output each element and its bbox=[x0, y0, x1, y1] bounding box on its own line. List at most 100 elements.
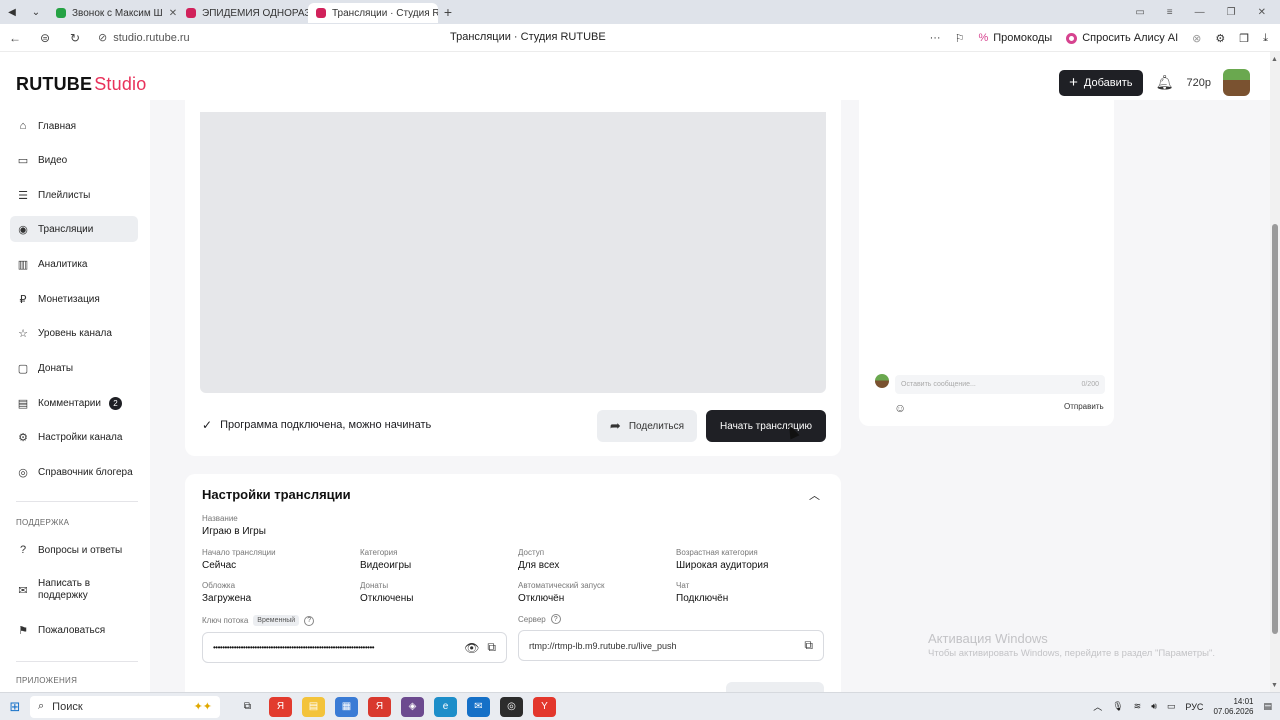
close-window-icon[interactable]: ✕ bbox=[1258, 7, 1266, 18]
more-icon[interactable]: ··· bbox=[930, 32, 941, 44]
language-indicator[interactable]: РУС bbox=[1185, 702, 1203, 712]
sidebar-item-blogger-guide[interactable]: ◎ Справочник блогера bbox=[10, 459, 138, 485]
check-icon: ✓ bbox=[202, 418, 213, 432]
scrollbar-thumb[interactable] bbox=[1272, 224, 1278, 634]
connection-status: ✓ Программа подключена, можно начинать bbox=[202, 418, 432, 432]
sidebar-item-channel-settings[interactable]: ⚙ Настройки канала bbox=[10, 424, 138, 450]
extensions-icon[interactable]: ⚙ bbox=[1215, 32, 1225, 45]
sidebar-item-comments[interactable]: ▤ Комментарии 2 bbox=[10, 390, 138, 416]
reload-icon[interactable]: ↻ bbox=[60, 31, 90, 45]
taskbar-search[interactable]: ⌕ Поиск ✦✦ bbox=[30, 695, 220, 718]
sidebar-item-home[interactable]: ⌂ Главная bbox=[10, 113, 138, 139]
comment-icon: ▤ bbox=[17, 397, 29, 410]
speaker-icon[interactable]: ◀ bbox=[0, 0, 24, 24]
stream-key-field[interactable]: ••••••••••••••••••••••••••••••••••••••••… bbox=[202, 632, 507, 663]
search-highlight-icon: ✦✦ bbox=[193, 701, 212, 713]
sidebar-item-broadcasts[interactable]: ◉ Трансляции bbox=[10, 216, 138, 242]
ruble-icon: ₽ bbox=[19, 293, 27, 306]
promo-button[interactable]: % Промокоды bbox=[978, 32, 1052, 44]
book-icon: ◎ bbox=[18, 466, 28, 479]
minimize-icon[interactable]: — bbox=[1195, 7, 1205, 18]
windows-start-icon[interactable]: ⊞ bbox=[0, 693, 30, 720]
site-info-icon[interactable]: ⊘ bbox=[98, 31, 107, 44]
microphone-icon[interactable]: 🎙︎ bbox=[1112, 701, 1123, 712]
settings-title: Настройки трансляции bbox=[202, 487, 351, 502]
add-button[interactable]: + Добавить bbox=[1059, 69, 1143, 96]
collections-icon[interactable]: ❐ bbox=[1239, 32, 1249, 45]
settings-action-button[interactable] bbox=[726, 682, 824, 692]
eye-icon[interactable]: 👁︎ bbox=[464, 641, 479, 655]
sidebar-item-donations[interactable]: ▢ Донаты bbox=[10, 355, 138, 381]
sidebar-item-playlists[interactable]: ☰ Плейлисты bbox=[10, 182, 138, 208]
yandex-browser-icon[interactable]: Y bbox=[533, 696, 556, 717]
sidebar-item-faq[interactable]: ? Вопросы и ответы bbox=[10, 537, 138, 563]
new-tab-icon[interactable]: + bbox=[438, 2, 458, 22]
task-view-icon[interactable]: ⧉ bbox=[236, 697, 259, 717]
sidebar-item-channel-level[interactable]: ☆ Уровень канала bbox=[10, 320, 138, 346]
close-icon[interactable]: ✕ bbox=[169, 8, 177, 19]
extension-icon[interactable]: ⊗ bbox=[1192, 32, 1201, 45]
yandex-icon[interactable]: Я bbox=[269, 696, 292, 717]
balance[interactable]: 720р bbox=[1187, 77, 1211, 89]
stream-key-label: Ключ потока Временный ? bbox=[202, 615, 315, 626]
file-explorer-icon[interactable]: ▤ bbox=[302, 696, 325, 717]
home-icon: ⌂ bbox=[19, 120, 27, 132]
browser-tab[interactable]: ЭПИДЕМИЯ ОДНОРАЗО ✕ bbox=[178, 3, 308, 23]
send-button[interactable]: Отправить bbox=[1064, 402, 1104, 411]
browser-tab[interactable]: Звонок с Максим Ш ✕ bbox=[48, 3, 178, 23]
notifications-icon[interactable]: ▤ bbox=[1263, 701, 1272, 712]
wifi-icon[interactable]: ≋ bbox=[1134, 701, 1142, 712]
server-label: Сервер ? bbox=[518, 614, 561, 624]
sidebar-item-report[interactable]: ⚑ Пожаловаться bbox=[10, 617, 138, 643]
help-icon[interactable]: ? bbox=[304, 615, 315, 626]
field-donations: Донаты Отключены bbox=[360, 581, 414, 604]
bookmark-icon[interactable]: ▭ bbox=[1135, 7, 1144, 18]
bookmark-add-icon[interactable]: ⚐ bbox=[955, 32, 965, 45]
yandex-music-icon[interactable]: Я bbox=[368, 696, 391, 717]
rutube-studio-logo[interactable]: RUTUBE Studio bbox=[16, 74, 146, 95]
sidebar-item-contact-support[interactable]: ✉ Написать в поддержку bbox=[10, 572, 138, 608]
bell-icon[interactable]: 🔔︎ bbox=[1155, 74, 1175, 91]
shield-icon[interactable]: ⊜ bbox=[30, 31, 60, 45]
video-player[interactable] bbox=[200, 112, 826, 393]
field-cover: Обложка Загружена bbox=[202, 581, 252, 604]
store-icon[interactable]: ▦ bbox=[335, 696, 358, 717]
sidebar-item-monetization[interactable]: ₽ Монетизация bbox=[10, 286, 138, 312]
clock[interactable]: 14:01 07.06.2026 bbox=[1213, 697, 1253, 715]
copy-icon[interactable]: ⧉ bbox=[487, 640, 496, 655]
percent-icon: % bbox=[978, 32, 989, 44]
battery-icon[interactable]: ▭ bbox=[1167, 701, 1176, 712]
url-field[interactable]: ⊘ studio.rutube.ru bbox=[98, 31, 190, 45]
copy-icon[interactable]: ⧉ bbox=[804, 638, 813, 653]
share-button[interactable]: ➦ Поделиться bbox=[597, 410, 697, 442]
maximize-icon[interactable]: ❐ bbox=[1227, 7, 1236, 18]
browser-tabstrip: ◀ ⌄ Звонок с Максим Ш ✕ ЭПИДЕМИЯ ОДНОРАЗ… bbox=[0, 0, 1280, 24]
comments-count-badge: 2 bbox=[108, 396, 122, 410]
browser-tab-active[interactable]: Трансляции · Студия R ✕ bbox=[308, 3, 438, 23]
avatar[interactable] bbox=[1223, 69, 1250, 96]
chevron-up-icon[interactable]: ︿ bbox=[809, 487, 820, 503]
chat-message-input[interactable]: Оставить сообщение... 0/200 bbox=[895, 375, 1105, 394]
back-icon[interactable]: ← bbox=[0, 31, 30, 45]
game-icon[interactable]: ◈ bbox=[401, 696, 424, 717]
scroll-down-icon[interactable]: ▼ bbox=[1271, 682, 1278, 689]
menu-icon[interactable]: ≡ bbox=[1167, 7, 1173, 18]
server-url-field[interactable]: rtmp://rtmp-lb.m9.rutube.ru/live_push ⧉ bbox=[518, 630, 824, 661]
sidebar-divider bbox=[16, 661, 138, 662]
volume-icon[interactable]: 🔊︎ bbox=[1151, 701, 1157, 712]
chevron-up-icon[interactable]: ︿ bbox=[1093, 700, 1102, 713]
scroll-up-icon[interactable]: ▲ bbox=[1271, 56, 1278, 63]
start-stream-button[interactable]: Начать трансляцию bbox=[706, 410, 826, 442]
sidebar-item-analytics[interactable]: ▥ Аналитика bbox=[10, 251, 138, 277]
tabs-menu-icon[interactable]: ⌄ bbox=[24, 0, 48, 24]
outlook-icon[interactable]: ✉ bbox=[467, 696, 490, 717]
obs-icon[interactable]: ◎ bbox=[500, 696, 523, 717]
download-icon[interactable]: ⤓ bbox=[1263, 32, 1268, 45]
help-icon[interactable]: ? bbox=[550, 614, 561, 624]
apps-section-title: ПРИЛОЖЕНИЯ bbox=[16, 676, 78, 685]
sidebar-item-video[interactable]: ▭ Видео bbox=[10, 147, 138, 173]
edge-icon[interactable]: e bbox=[434, 696, 457, 717]
alice-button[interactable]: Спросить Алису AI bbox=[1066, 32, 1178, 44]
tab-favicon-icon bbox=[56, 8, 66, 18]
emoji-icon[interactable]: ☺ bbox=[894, 401, 906, 415]
